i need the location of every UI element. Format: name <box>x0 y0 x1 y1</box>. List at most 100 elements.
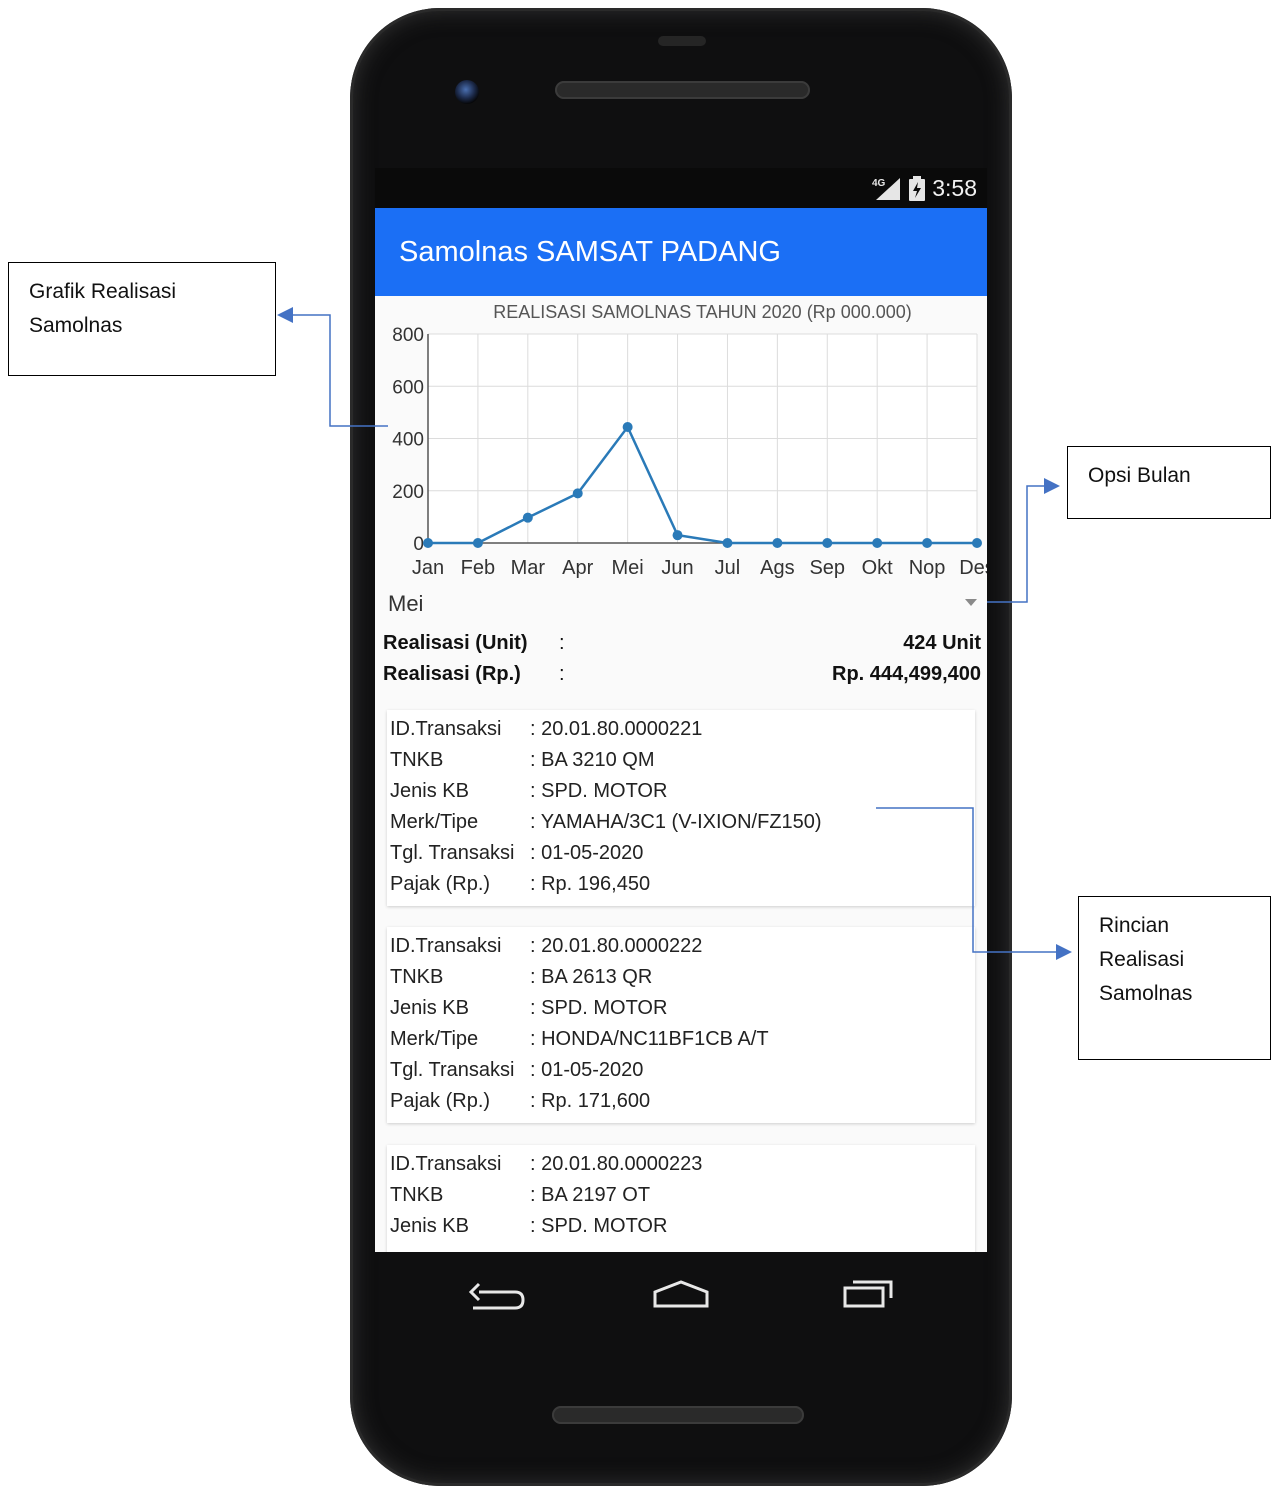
recent-apps-icon[interactable] <box>843 1280 893 1308</box>
field-value: : BA 2197 OT <box>530 1184 651 1206</box>
back-icon[interactable] <box>468 1282 525 1310</box>
annotation-rincian: Rincian Realisasi Samolnas <box>1078 896 1271 1060</box>
transaction-card[interactable]: ID.Transaksi : 20.01.80.0000221 TNKB : BA … <box>387 710 975 906</box>
field-label: Merk/Tipe <box>390 1028 479 1050</box>
x-tick-label: Des <box>959 557 987 579</box>
data-point <box>572 488 583 499</box>
x-tick-label: Mei <box>612 557 644 579</box>
data-point <box>672 530 683 541</box>
summary-unit-colon: : <box>559 632 565 654</box>
field-value: : SPD. MOTOR <box>530 1215 668 1237</box>
chart-title: REALISASI SAMOLNAS TAHUN 2020 (Rp 000.00… <box>493 302 912 322</box>
field-value: : 20.01.80.0000221 <box>530 718 703 740</box>
annotation-rincian-line: Samolnas <box>1099 982 1193 1005</box>
data-point <box>522 512 533 523</box>
annotation-grafik-line: Samolnas <box>29 314 123 337</box>
x-tick-label: Nop <box>909 557 946 579</box>
summary-unit-value: 424 Unit <box>903 632 981 654</box>
app-title: Samolnas SAMSAT PADANG <box>399 236 781 268</box>
summary-rp-row: Realisasi (Rp.) : Rp. 444,499,400 <box>383 663 981 693</box>
earpiece-speaker <box>555 81 810 99</box>
home-icon[interactable] <box>653 1280 709 1308</box>
x-tick-label: Okt <box>862 557 894 579</box>
field-value: : 20.01.80.0000222 <box>530 935 703 957</box>
battery-charging-icon <box>908 175 926 202</box>
x-tick-label: Feb <box>461 557 495 579</box>
annotation-rincian-line: Rincian <box>1099 914 1170 937</box>
field-label: ID.Transaksi <box>390 935 502 957</box>
field-label: Tgl. Transaksi <box>390 842 515 864</box>
field-label: Tgl. Transaksi <box>390 1059 515 1081</box>
transaction-card[interactable]: ID.Transaksi : 20.01.80.0000222 TNKB : BA … <box>387 927 975 1123</box>
x-tick-label: Apr <box>562 557 593 579</box>
annotation-grafik-line: Grafik Realisasi <box>29 280 177 303</box>
transaction-card[interactable]: ID.Transaksi : 20.01.80.0000223 TNKB : BA … <box>387 1145 975 1252</box>
field-label: TNKB <box>390 749 444 771</box>
phone-screen: 4G 3:58 Samolnas SAMSAT PADANG 0 200 400 60… <box>375 168 987 1252</box>
data-point <box>972 538 982 548</box>
field-value: : BA 2613 QR <box>530 966 653 988</box>
field-value: : BA 3210 QM <box>530 749 655 771</box>
data-point <box>922 538 933 548</box>
realisasi-line-chart: 0 200 400 600 800 Jan Feb Mar Apr Mei Jun Jul Ags Sep… <box>392 302 987 579</box>
y-tick-label: 600 <box>392 377 424 398</box>
field-value: : Rp. 196,450 <box>530 873 651 895</box>
field-label: Jenis KB <box>390 1215 469 1237</box>
field-value: : SPD. MOTOR <box>530 997 668 1019</box>
y-tick-label: 200 <box>392 482 424 503</box>
field-label: ID.Transaksi <box>390 1153 502 1175</box>
data-point <box>622 422 633 433</box>
field-value: : YAMAHA/3C1 (V-IXION/FZ150) <box>530 811 822 833</box>
summary-unit-row: Realisasi (Unit) : 424 Unit <box>383 632 981 662</box>
y-tick-label: 0 <box>413 534 424 555</box>
data-point <box>423 538 433 548</box>
annotation-grafik: Grafik Realisasi Samolnas <box>8 262 276 376</box>
x-tick-label: Jun <box>661 557 693 579</box>
field-label: TNKB <box>390 966 444 988</box>
x-tick-label: Jan <box>412 557 444 579</box>
data-point <box>872 538 883 548</box>
field-label: Jenis KB <box>390 780 469 802</box>
y-tick-label: 400 <box>392 430 424 451</box>
field-value: : Rp. 171,600 <box>530 1090 651 1112</box>
front-camera-icon <box>455 80 479 104</box>
field-label: Pajak (Rp.) <box>390 1090 491 1112</box>
app-bar: Samolnas SAMSAT PADANG <box>375 208 987 296</box>
field-label: ID.Transaksi <box>390 718 502 740</box>
signal-4g-icon: 4G <box>872 176 902 202</box>
status-time: 3:58 <box>932 175 977 201</box>
summary-rp-value: Rp. 444,499,400 <box>832 663 981 685</box>
data-point <box>722 538 733 548</box>
annotation-opsi-bulan: Opsi Bulan <box>1067 446 1271 519</box>
x-tick-label: Sep <box>809 557 845 579</box>
summary-rp-colon: : <box>559 663 565 685</box>
month-spinner[interactable]: Mei <box>375 583 987 625</box>
network-type-label: 4G <box>872 178 886 189</box>
x-tick-label: Mar <box>511 557 546 579</box>
field-value: : 01-05-2020 <box>530 842 644 864</box>
x-tick-label: Jul <box>715 557 741 579</box>
y-tick-label: 800 <box>392 325 424 346</box>
summary-unit-label: Realisasi (Unit) <box>383 632 528 654</box>
annotation-opsi-line: Opsi Bulan <box>1088 464 1191 487</box>
data-point <box>822 538 833 548</box>
field-value: : SPD. MOTOR <box>530 780 668 802</box>
month-spinner-value: Mei <box>388 591 424 616</box>
bottom-speaker <box>552 1406 804 1424</box>
dropdown-arrow-icon <box>965 599 977 606</box>
field-label: Merk/Tipe <box>390 811 479 833</box>
data-point <box>772 538 783 548</box>
field-label: TNKB <box>390 1184 444 1206</box>
summary-rp-label: Realisasi (Rp.) <box>383 663 521 685</box>
navigation-bar <box>375 1252 987 1332</box>
data-point <box>472 538 483 548</box>
field-value: : 20.01.80.0000223 <box>530 1153 703 1175</box>
field-value: : 01-05-2020 <box>530 1059 644 1081</box>
proximity-sensor <box>658 36 706 46</box>
field-label: Jenis KB <box>390 997 469 1019</box>
field-label: Pajak (Rp.) <box>390 873 491 895</box>
annotation-rincian-line: Realisasi <box>1099 948 1185 971</box>
field-value: : HONDA/NC11BF1CB A/T <box>530 1028 769 1050</box>
status-bar: 4G 3:58 <box>375 168 987 208</box>
x-tick-label: Ags <box>760 557 794 579</box>
